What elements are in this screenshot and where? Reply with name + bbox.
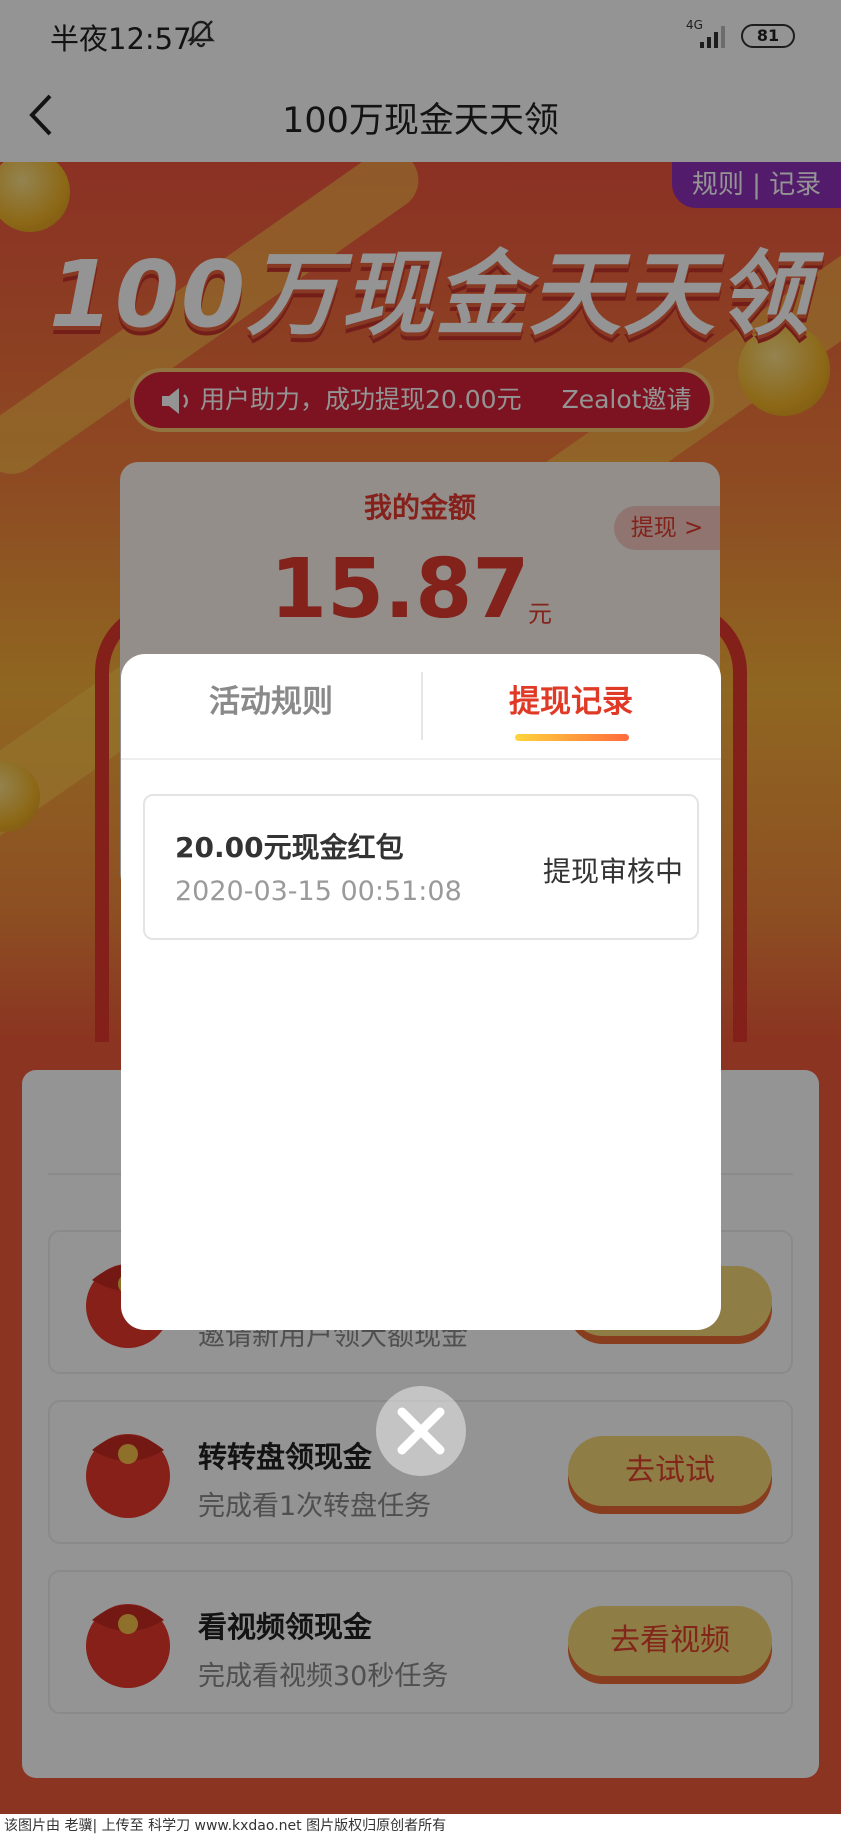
active-tab-indicator	[515, 734, 629, 741]
record-status: 提现审核中	[543, 855, 684, 888]
tab-withdraw-records[interactable]: 提现记录	[421, 654, 721, 758]
record-time: 2020-03-15 00:51:08	[175, 876, 462, 907]
record-title: 20.00元现金红包	[175, 831, 404, 864]
records-modal: 活动规则 提现记录 20.00元现金红包 2020-03-15 00:51:08…	[121, 654, 721, 1330]
close-modal-button[interactable]	[376, 1386, 466, 1476]
divider	[121, 758, 721, 760]
withdraw-record-item: 20.00元现金红包 2020-03-15 00:51:08 提现审核中	[143, 794, 699, 940]
watermark-footer: 该图片由 老骥| 上传至 科学刀 www.kxdao.net 图片版权归原创者所…	[0, 1814, 841, 1839]
tab-activity-rules[interactable]: 活动规则	[121, 654, 421, 758]
close-icon	[397, 1407, 445, 1455]
